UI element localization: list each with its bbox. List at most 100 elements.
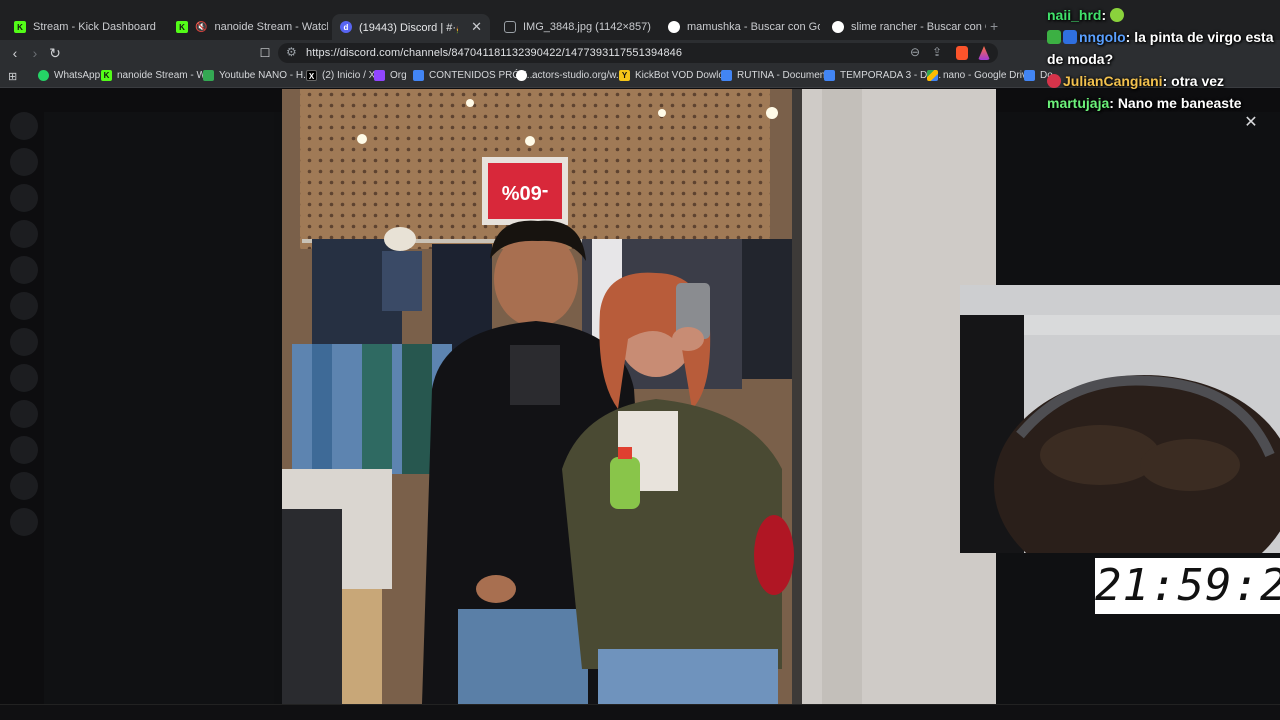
bookmark-x[interactable]: X (2) Inicio / X [306,70,375,81]
server-icon[interactable] [10,112,38,140]
server-icon[interactable] [10,328,38,356]
address-bar[interactable]: ⚙ https://discord.com/channels/847041181… [278,43,998,63]
bookmark-actors-studio[interactable]: actors-studio.org/w... [516,70,624,81]
mirror-selfie-illustration: -60% [282,89,996,704]
channel-list [44,112,274,704]
bookmark-google-drive[interactable]: nano - Google Drive [927,70,1033,81]
sheet-icon [203,70,214,81]
whatsapp-icon [38,70,49,81]
first-badge-icon [1047,30,1061,44]
reload-button[interactable]: ↻ [46,44,64,62]
chat-message: naii_hrd: [1047,4,1277,26]
bookmark-label: Org [390,70,407,81]
bookmark-label: KickBot VOD Dowlo... [635,70,733,81]
server-icon[interactable] [10,220,38,248]
bookmark-icon[interactable]: ☐ [256,44,274,62]
chat-message: nngolo: la pinta de virgo esta de moda? [1047,29,1274,67]
chat-text: Nano me baneaste [1117,95,1242,111]
tab-title: Stream - Kick Dashboard [33,21,156,33]
taskbar-strip [0,704,1280,720]
bookmark-label: RUTINA - Documen... [737,70,834,81]
x-icon: X [306,70,317,81]
tab-discord[interactable]: d (19443) Discord | #·💑 | parejas ✕ [332,14,490,40]
image-icon [504,21,516,33]
bookmark-label: Youtube NANO - H... [219,70,312,81]
close-tab-icon[interactable]: ✕ [471,19,482,35]
site-settings-icon[interactable]: ⚙ [286,45,297,59]
tab-title: slime rancher - Buscar con Google [851,21,986,33]
tab-nanoide-stream[interactable]: K 🔇 nanoide Stream - Watch Live on [168,14,328,40]
bookmark-label: TEMPORADA 3 - Do... [840,70,942,81]
chat-username: nngolo [1079,29,1126,45]
forward-button[interactable]: › [26,44,44,62]
tab-slime-rancher-search[interactable]: slime rancher - Buscar con Google [824,14,986,40]
stream-clock: 21:59:26 [1095,558,1280,614]
tab-title: IMG_3848.jpg (1142×857) [523,21,651,33]
bookmark-label: nanoide Stream - W... [117,70,214,81]
server-list [6,112,42,544]
bookmark-label: nano - Google Drive [943,70,1033,81]
server-icon[interactable] [10,292,38,320]
kick-icon: K [101,70,112,81]
server-icon[interactable] [10,400,38,428]
brave-rewards-icon[interactable] [978,46,990,60]
tab-kick-dashboard[interactable]: K Stream - Kick Dashboard [6,14,166,40]
bookmark-temporada-3[interactable]: TEMPORADA 3 - Do... [824,70,941,81]
drive-icon [927,70,938,81]
tab-title: nanoide Stream - Watch Live on [214,21,328,33]
back-button[interactable]: ‹ [6,44,24,62]
brave-shields-icon[interactable] [956,46,968,60]
image-viewer-photo[interactable]: -60% [282,89,996,704]
doc-icon [413,70,424,81]
chat-username: JulianCangiani [1063,73,1163,89]
close-viewer-button[interactable]: ✕ [1240,112,1262,134]
bookmark-org[interactable]: Org [374,70,407,81]
webcam-overlay [960,285,1280,553]
google-icon [668,21,680,33]
bookmark-label: actors-studio.org/w... [532,70,625,81]
apps-icon[interactable]: ⊞ [8,70,17,83]
bookmark-youtube-nano[interactable]: Youtube NANO - H... [203,70,311,81]
server-icon[interactable] [10,436,38,464]
chat-message: martujaja: Nano me baneaste [1047,95,1242,111]
chat-username: naii_hrd [1047,7,1102,23]
screen: K Stream - Kick Dashboard K 🔇 nanoide St… [0,0,1280,720]
server-icon[interactable] [10,364,38,392]
stream-chat-overlay: naii_hrd: nngolo: la pinta de virgo esta… [1047,4,1277,114]
zoom-icon[interactable]: ⊖ [910,45,920,59]
kick-icon: K [14,21,26,33]
tab-title: (19443) Discord | #·💑 | parejas [359,21,458,34]
server-icon[interactable] [10,472,38,500]
bookmark-rutina[interactable]: RUTINA - Documen... [721,70,834,81]
webcam-feed-illustration [960,285,1280,553]
google-icon [832,21,844,33]
chat-message: JulianCangiani: otra vez [1047,70,1277,92]
bookmark-label: (2) Inicio / X [322,70,376,81]
bookmark-label: WhatsApp [54,70,101,81]
kickbot-icon: Y [619,70,630,81]
bookmark-kickbot[interactable]: Y KickBot VOD Dowlo... [619,70,732,81]
twitch-icon [374,70,385,81]
chat-username: martujaja [1047,95,1110,111]
tab-image[interactable]: IMG_3848.jpg (1142×857) [496,14,656,40]
tab-title: mamushka - Buscar con Google [687,21,820,33]
discord-icon: d [340,21,352,33]
new-tab-button[interactable]: + [990,18,998,34]
muted-audio-icon[interactable]: 🔇 [195,22,207,33]
github-icon [516,70,527,81]
tab-mamushka-search[interactable]: mamushka - Buscar con Google [660,14,820,40]
emote-icon [1110,8,1125,22]
server-icon[interactable] [10,256,38,284]
server-icon[interactable] [10,148,38,176]
sub-badge-icon [1063,30,1077,44]
server-icon[interactable] [10,508,38,536]
bookmark-nanoide-stream[interactable]: Knanoide Stream - W... [101,70,214,81]
doc-icon [1024,70,1035,81]
share-icon[interactable]: ⇪ [932,45,942,59]
chat-text: otra vez [1171,73,1225,89]
kick-icon: K [176,21,188,33]
server-icon[interactable] [10,184,38,212]
url-text: https://discord.com/channels/84704118113… [306,47,683,59]
doc-icon [824,70,835,81]
bookmark-whatsapp[interactable]: WhatsApp [38,70,100,81]
